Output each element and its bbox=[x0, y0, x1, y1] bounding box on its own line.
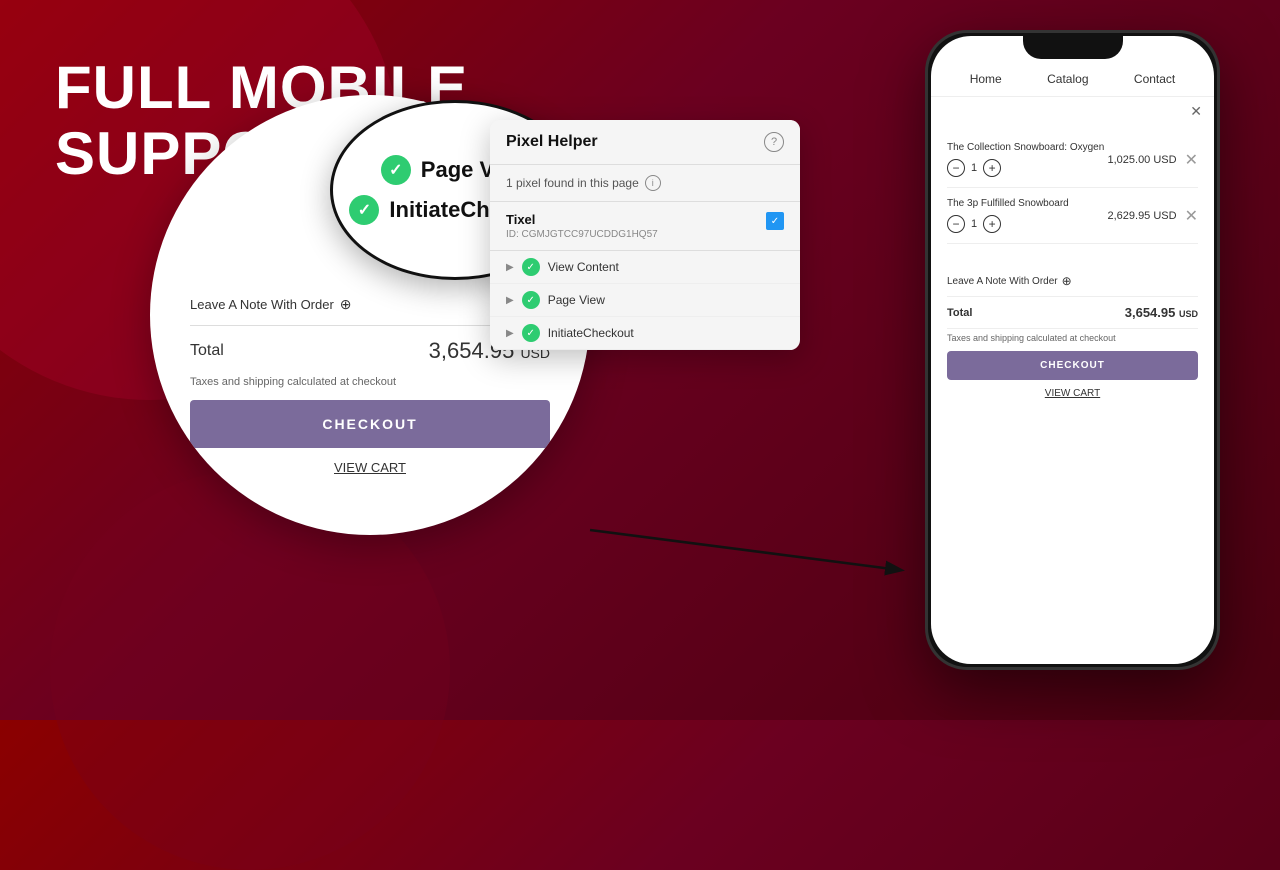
pixel-name: Tixel bbox=[506, 212, 658, 227]
phone-taxes-note: Taxes and shipping calculated at checkou… bbox=[947, 329, 1198, 351]
circle-checkout-button[interactable]: CHECKOUT bbox=[190, 400, 550, 448]
phone-nav-home[interactable]: Home bbox=[970, 72, 1002, 86]
cart-item-2: The 3p Fulfilled Snowboard − 1 + 2,629.9… bbox=[947, 188, 1198, 244]
circle-note-chevron: ⊕ bbox=[340, 296, 352, 313]
circle-taxes-note: Taxes and shipping calculated at checkou… bbox=[190, 376, 550, 400]
pixel-checkbox[interactable]: ✓ bbox=[766, 212, 784, 230]
phone-view-cart-link[interactable]: VIEW CART bbox=[947, 388, 1198, 407]
pageview-check-icon-ph: ✓ bbox=[522, 291, 540, 309]
pixel-helper-popup: Pixel Helper ? 1 pixel found in this pag… bbox=[490, 120, 800, 350]
event-arrow-initiatecheckout[interactable]: ▶ bbox=[506, 328, 514, 339]
initiatecheckout-check-icon-ph: ✓ bbox=[522, 324, 540, 342]
phone-total-label: Total bbox=[947, 307, 972, 319]
cart-item-2-name: The 3p Fulfilled Snowboard bbox=[947, 198, 1107, 209]
phone-cart-content: The Collection Snowboard: Oxygen − 1 + 1… bbox=[931, 120, 1214, 256]
cart-item-2-remove[interactable]: ✕ bbox=[1185, 206, 1198, 226]
cart-item-1-name: The Collection Snowboard: Oxygen bbox=[947, 142, 1107, 153]
event-row-pageview: ▶ ✓ Page View bbox=[490, 284, 800, 317]
pixel-helper-subtext: 1 pixel found in this page bbox=[506, 176, 639, 190]
phone-mockup: Home Catalog Contact ✕ The Collection Sn… bbox=[925, 30, 1220, 670]
phone-notch bbox=[1023, 33, 1123, 59]
pageview-check-icon: ✓ bbox=[381, 155, 411, 185]
circle-note-label: Leave A Note With Order bbox=[190, 297, 334, 312]
cart-item-1-qty: 1 bbox=[971, 162, 977, 174]
pixel-id: ID: CGMJGTCC97UCDDG1HQ57 bbox=[506, 229, 658, 240]
phone-checkout-button[interactable]: CHECKOUT bbox=[947, 351, 1198, 380]
pixel-helper-subinfo-icon[interactable]: i bbox=[645, 175, 661, 191]
phone-close-icon[interactable]: ✕ bbox=[1190, 103, 1202, 120]
event-row-initiatecheckout: ▶ ✓ InitiateCheckout bbox=[490, 317, 800, 350]
phone-note-row: Leave A Note With Order ⊕ bbox=[947, 266, 1198, 297]
phone-total-amount: 3,654.95 USD bbox=[1125, 305, 1198, 320]
cart-item-1-price: 1,025.00 USD bbox=[1107, 154, 1176, 166]
circle-total-label: Total bbox=[190, 342, 224, 360]
event-label-initiatecheckout: InitiateCheckout bbox=[548, 326, 634, 340]
event-arrow-viewcontent[interactable]: ▶ bbox=[506, 262, 514, 273]
phone-screen: Home Catalog Contact ✕ The Collection Sn… bbox=[931, 36, 1214, 664]
cart-item-1: The Collection Snowboard: Oxygen − 1 + 1… bbox=[947, 132, 1198, 188]
event-arrow-pageview[interactable]: ▶ bbox=[506, 295, 514, 306]
initiatecheckout-check-icon: ✓ bbox=[349, 195, 379, 225]
phone-total-row: Total 3,654.95 USD bbox=[947, 297, 1198, 329]
event-label-pageview: Page View bbox=[548, 293, 605, 307]
cart-item-2-qty: 1 bbox=[971, 218, 977, 230]
cart-item-1-remove[interactable]: ✕ bbox=[1185, 150, 1198, 170]
cart-item-2-qty-increase[interactable]: + bbox=[983, 215, 1001, 233]
phone-nav-catalog[interactable]: Catalog bbox=[1047, 72, 1088, 86]
pixel-helper-info-icon[interactable]: ? bbox=[764, 132, 784, 152]
circle-view-cart-link[interactable]: VIEW CART bbox=[190, 460, 550, 475]
phone-nav-contact[interactable]: Contact bbox=[1134, 72, 1175, 86]
viewcontent-check-icon: ✓ bbox=[522, 258, 540, 276]
phone-total-section: Leave A Note With Order ⊕ Total 3,654.95… bbox=[931, 256, 1214, 407]
cart-item-2-qty-decrease[interactable]: − bbox=[947, 215, 965, 233]
cart-item-1-qty-decrease[interactable]: − bbox=[947, 159, 965, 177]
event-row-viewcontent: ▶ ✓ View Content bbox=[490, 251, 800, 284]
pixel-helper-title: Pixel Helper bbox=[506, 133, 598, 151]
phone-note-icon: ⊕ bbox=[1062, 274, 1072, 288]
cart-item-2-price: 2,629.95 USD bbox=[1107, 210, 1176, 222]
event-label-viewcontent: View Content bbox=[548, 260, 619, 274]
phone-note-label: Leave A Note With Order bbox=[947, 276, 1058, 287]
cart-item-1-qty-control: − 1 + bbox=[947, 159, 1107, 177]
cart-item-2-qty-control: − 1 + bbox=[947, 215, 1107, 233]
cart-item-1-qty-increase[interactable]: + bbox=[983, 159, 1001, 177]
